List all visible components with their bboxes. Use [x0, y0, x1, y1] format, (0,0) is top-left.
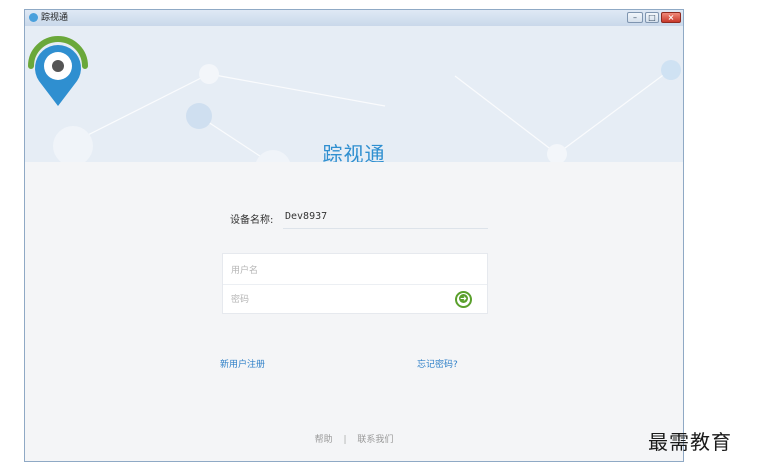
- login-submit-button[interactable]: ➜: [455, 291, 472, 308]
- header-banner: 踪视通: [25, 26, 683, 162]
- field-divider: [223, 284, 487, 285]
- close-button[interactable]: ×: [661, 12, 681, 23]
- footer: 帮助 | 联系我们: [25, 432, 683, 445]
- app-window: 踪视通 – □ × 踪视通 设备名称: Dev8937 用户名 ➜ 新用户注册 …: [24, 9, 684, 462]
- contact-link[interactable]: 联系我们: [357, 432, 393, 445]
- login-panel: 设备名称: Dev8937 ➜ 新用户注册 忘记密码? 帮助 | 联系我们: [25, 162, 683, 461]
- arrow-right-circle-icon: ➜: [459, 294, 468, 303]
- help-link[interactable]: 帮助: [315, 432, 333, 445]
- device-name-label: 设备名称:: [230, 215, 274, 226]
- app-icon: [29, 13, 38, 22]
- brand-name: 踪视通: [322, 142, 386, 162]
- location-pin-icon: [28, 36, 88, 106]
- maximize-button[interactable]: □: [645, 12, 659, 23]
- forgot-password-link[interactable]: 忘记密码?: [417, 357, 458, 370]
- login-form: ➜: [222, 253, 488, 314]
- username-input[interactable]: [229, 259, 453, 283]
- footer-separator: |: [343, 435, 347, 445]
- device-underline: [283, 228, 488, 229]
- watermark-text: 最需教育: [648, 430, 732, 454]
- minimize-button[interactable]: –: [627, 12, 643, 23]
- password-input[interactable]: [229, 288, 453, 312]
- device-name-value: Dev8937: [285, 211, 328, 222]
- window-title: 踪视通: [41, 13, 69, 23]
- title-bar: 踪视通 – □ ×: [25, 10, 683, 27]
- register-link[interactable]: 新用户注册: [220, 357, 265, 370]
